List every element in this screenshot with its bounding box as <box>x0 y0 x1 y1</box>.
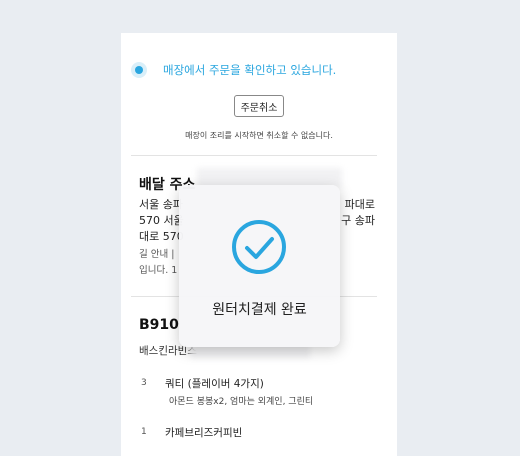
address-fragment: 570 서울 <box>139 214 184 227</box>
address-fragment: 파대로 <box>344 198 375 211</box>
order-number: B910 <box>139 317 179 333</box>
item-name: 쿼티 (플레이버 4가지) <box>165 378 264 390</box>
toast-message: 원터치결제 완료 <box>212 302 307 318</box>
address-fragment: 구 송파 <box>341 214 375 227</box>
status-indicator-dot <box>135 66 143 74</box>
item-options: 아몬드 봉봉x2, 엄마는 외계인, 그린티 <box>169 397 314 407</box>
item-quantity: 1 <box>141 427 147 437</box>
address-fragment: 대로 570 <box>139 230 184 243</box>
address-fragment: 서울 송파 <box>139 198 183 211</box>
section-divider <box>131 155 377 156</box>
check-circle-icon <box>232 220 286 274</box>
order-status-text: 매장에서 주문을 확인하고 있습니다. <box>163 63 337 77</box>
cancel-order-button[interactable]: 주문취소 <box>234 95 284 117</box>
item-name: 카페브리즈커피빈 <box>165 427 243 439</box>
cancel-notice: 매장이 조리를 시작하면 취소할 수 없습니다. <box>185 131 333 140</box>
order-status-row: 매장에서 주문을 확인하고 있습니다. <box>135 62 336 78</box>
payment-complete-toast: 원터치결제 완료 <box>179 185 340 347</box>
item-quantity: 3 <box>141 378 147 388</box>
